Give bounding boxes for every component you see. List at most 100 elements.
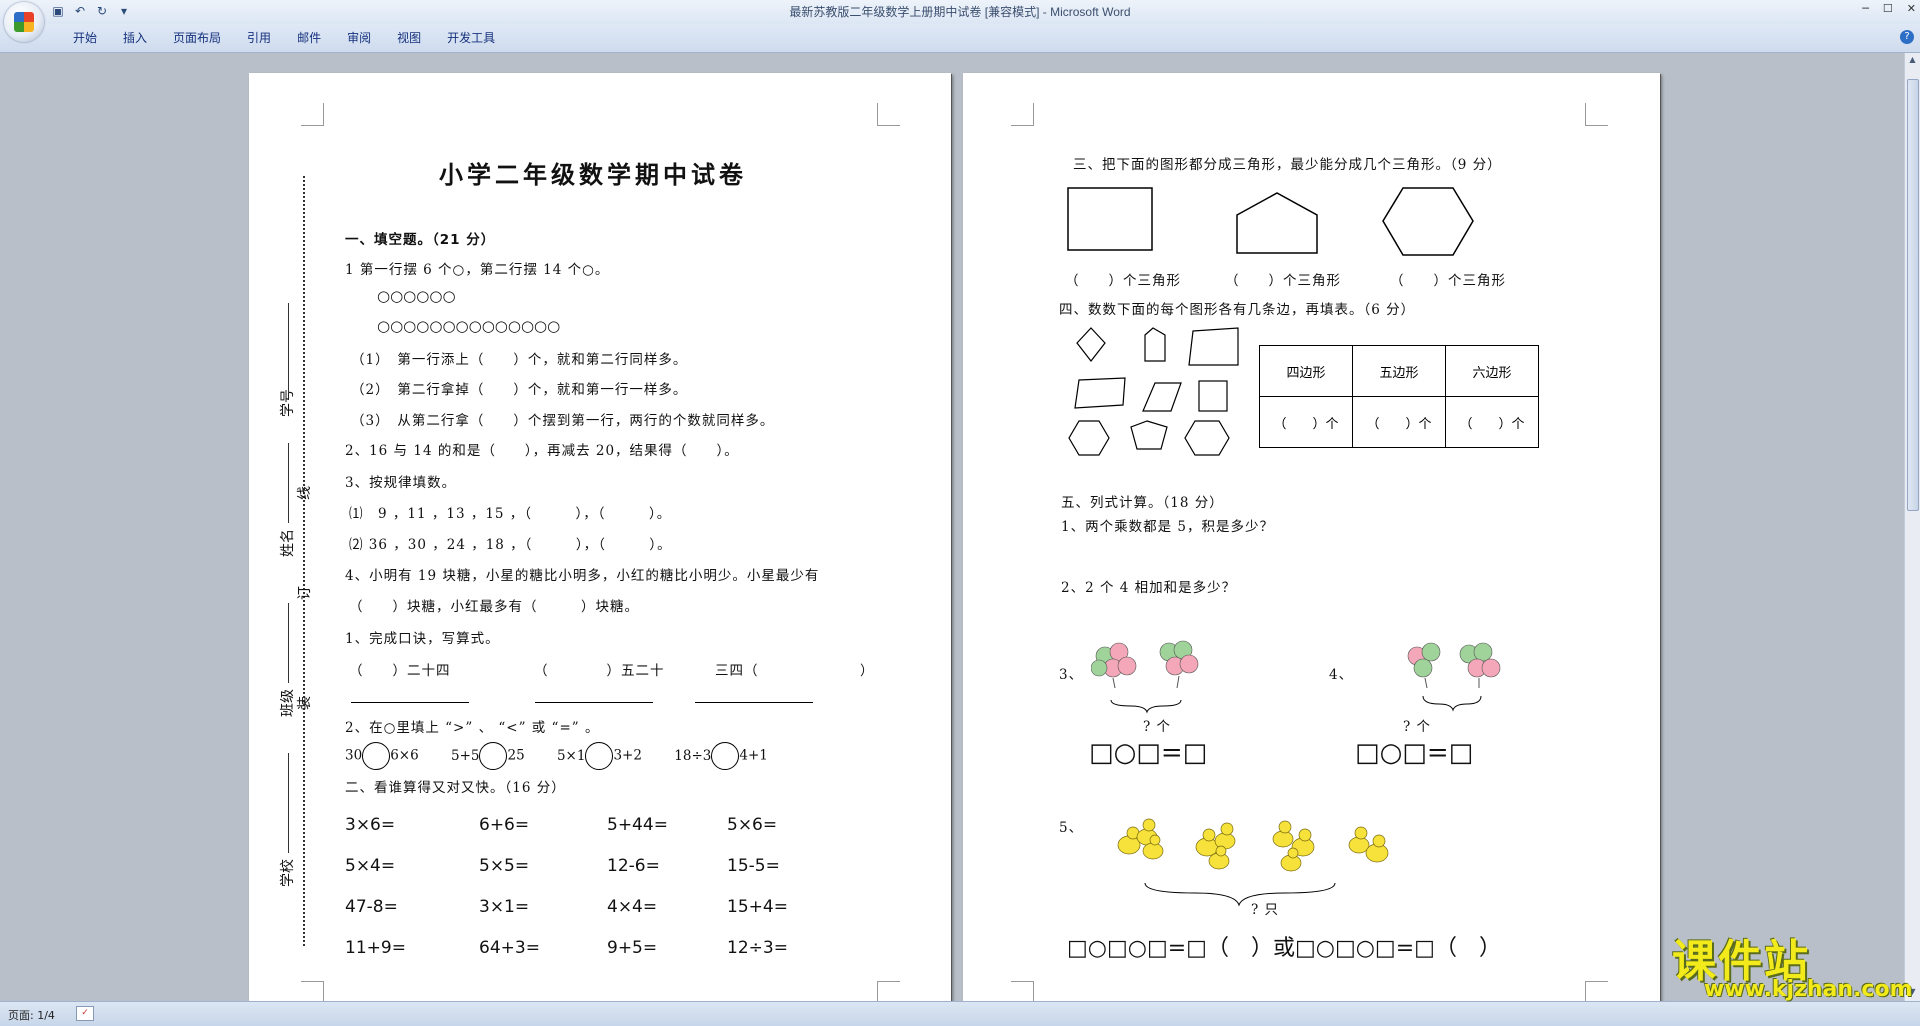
compare-circle[interactable] <box>585 742 614 770</box>
section-3-shapes <box>1067 187 1474 256</box>
quadrilateral-shape <box>1188 327 1239 366</box>
calc-item: 47-8= <box>345 897 398 917</box>
brace <box>1110 699 1182 714</box>
binding-line <box>303 176 305 946</box>
s3-answer-3: （ ）个三角形 <box>1390 273 1506 289</box>
chick-group-3 <box>1272 820 1315 872</box>
office-logo-icon <box>14 12 34 32</box>
calc-item: 11+9= <box>345 938 406 958</box>
maximize-button[interactable]: ☐ <box>1883 2 1893 15</box>
brace <box>1422 695 1482 712</box>
minimize-button[interactable]: ─ <box>1862 2 1869 15</box>
question-3-2: ⑵ 36 ，30 ，24 ，18 ，（ ），（ ）。 <box>349 537 672 553</box>
calc-item: 64+3= <box>479 938 540 958</box>
chick-equation[interactable]: □○□○□=□（ ）或□○□○□=□（ ） <box>1067 930 1501 962</box>
tab-page-layout[interactable]: 页面布局 <box>160 29 234 47</box>
fill-line <box>288 603 289 683</box>
balloon-bunch-right <box>1459 642 1501 688</box>
calc-item: 5×5= <box>479 856 530 876</box>
fill-line <box>288 303 289 393</box>
watermark-logo: 课件站 www.kjzhan.com <box>1660 925 1913 1005</box>
compare-value: 18÷3 <box>674 747 712 764</box>
tab-review[interactable]: 审阅 <box>334 29 384 47</box>
tab-view[interactable]: 视图 <box>384 29 434 47</box>
section-1-heading: 一、填空题。（21 分） <box>345 232 496 248</box>
compare-circle[interactable] <box>479 742 508 770</box>
compare-value: 25 <box>507 747 525 764</box>
question-1-1: （1） 第一行添上（ ）个，就和第二行同样多。 <box>351 352 688 368</box>
calc-item: 15-5= <box>727 856 780 876</box>
calc-item: 5×4= <box>345 856 396 876</box>
pentagon-shape <box>1130 420 1168 450</box>
balloon-bunch-right <box>1159 640 1199 689</box>
vertical-scrollbar[interactable]: ▲ ▼ <box>1904 53 1920 1001</box>
s5-q4-label: 4、 <box>1329 667 1354 683</box>
shapes-table: 四边形 五边形 六边形 （ ）个 （ ）个 （ ）个 <box>1259 345 1539 448</box>
tab-home[interactable]: 开始 <box>60 29 110 47</box>
table-cell[interactable]: （ ）个 <box>1352 396 1446 448</box>
question-4-line-1: 4、小明有 19 块糖，小星的糖比小明多，小红的糖比小明少。小星最少有 <box>345 568 820 584</box>
margin-corner <box>877 103 900 126</box>
office-button[interactable] <box>4 2 44 42</box>
document-page-2[interactable]: 三、把下面的图形都分成三角形，最少能分成几个三角形。（9 分） （ ）个三角形 … <box>963 73 1660 1013</box>
hexagon-shape <box>1068 420 1110 456</box>
document-page-1[interactable]: 学号 姓名 班级 学校 线 订 装 小学二年级数学期中试卷 一、填空题。（21 … <box>249 73 951 1013</box>
calc-item: 4×4= <box>607 897 658 917</box>
proofing-icon[interactable]: ✓ <box>76 1006 94 1021</box>
section-4-heading: 四、数数下面的每个图形各有几条边，再填表。（6 分） <box>1059 302 1416 318</box>
compare-circle[interactable] <box>362 742 391 770</box>
calc-item: 15+4= <box>727 897 788 917</box>
pentagon-shape <box>1236 192 1318 254</box>
fill-line <box>288 753 289 853</box>
tab-developer[interactable]: 开发工具 <box>434 29 508 47</box>
tab-mailings[interactable]: 邮件 <box>284 29 334 47</box>
compare-value: 3+2 <box>613 747 642 764</box>
section-3-heading: 三、把下面的图形都分成三角形，最少能分成几个三角形。（9 分） <box>1073 157 1502 173</box>
calc-item: 3×1= <box>479 897 530 917</box>
calc-item: 5+44= <box>607 815 668 835</box>
table-cell[interactable]: （ ）个 <box>1259 396 1353 448</box>
compare-circle[interactable] <box>711 742 740 770</box>
how-many-chicks-label: ? 只 <box>1251 902 1280 918</box>
calc-item: 12÷3= <box>727 938 788 958</box>
square-shape <box>1198 380 1228 412</box>
chick-group-1 <box>1117 818 1164 860</box>
section-2-heading: 二、看谁算得又对又快。（16 分） <box>345 780 566 796</box>
window-title: 最新苏教版二年级数学上册期中试卷 [兼容模式] - Microsoft Word <box>789 5 1131 19</box>
window-controls: ─ ☐ ✕ <box>1862 2 1916 15</box>
equation-boxes[interactable]: □○□=□ <box>1089 738 1207 768</box>
question-4-line-2: （ ）块糖，小红最多有（ ）块糖。 <box>349 599 639 615</box>
label-name: 姓名 <box>280 529 296 557</box>
help-icon[interactable]: ? <box>1900 30 1914 44</box>
compare-row: 30 6×6 5+5 25 5×1 3+2 18÷3 4+1 <box>345 742 768 770</box>
title-bar: ▣ ↶ ↻ ▾ 最新苏教版二年级数学上册期中试卷 [兼容模式] - Micros… <box>0 0 1920 42</box>
answer-line <box>695 702 813 703</box>
status-bar: 页面: 1/4 ✓ <box>0 1001 1920 1026</box>
label-line: 线 <box>297 486 313 500</box>
close-button[interactable]: ✕ <box>1907 2 1916 15</box>
page-count[interactable]: 页面: 1/4 <box>8 1007 55 1023</box>
s5-q3-label: 3、 <box>1059 667 1084 683</box>
equation-boxes[interactable]: □○□=□ <box>1355 738 1473 768</box>
scrollbar-thumb[interactable] <box>1907 79 1919 511</box>
chick-group-2 <box>1195 822 1236 870</box>
hexagon-shape <box>1382 187 1474 256</box>
s5-question-1: 1、两个乘数都是 5，积是多少？ <box>1061 519 1274 535</box>
section-5-heading: 五、列式计算。（18 分） <box>1061 495 1224 511</box>
question-5-c: 三四（ ） <box>715 663 875 679</box>
table-cell[interactable]: （ ）个 <box>1445 396 1539 448</box>
tab-references[interactable]: 引用 <box>234 29 284 47</box>
question-3-1: ⑴ 9 ，11 ，13 ，15 ，（ ），（ ）。 <box>349 506 672 522</box>
label-student-no: 学号 <box>280 389 296 417</box>
brace <box>1144 882 1336 907</box>
tab-insert[interactable]: 插入 <box>110 29 160 47</box>
compare-value: 5×1 <box>556 747 586 764</box>
rhombus-shape <box>1076 327 1106 362</box>
question-1-3: （3） 从第二行拿（ ）个摆到第一行，两行的个数就同样多。 <box>351 413 775 429</box>
question-1-2: （2） 第二行拿掉（ ）个，就和第一行一样多。 <box>351 382 688 398</box>
scroll-up-icon[interactable]: ▲ <box>1905 55 1920 67</box>
label-ding: 订 <box>297 586 313 600</box>
table-header-cell: 六边形 <box>1445 345 1539 397</box>
table-header-cell: 五边形 <box>1352 345 1446 397</box>
question-3: 3、按规律填数。 <box>345 475 457 491</box>
